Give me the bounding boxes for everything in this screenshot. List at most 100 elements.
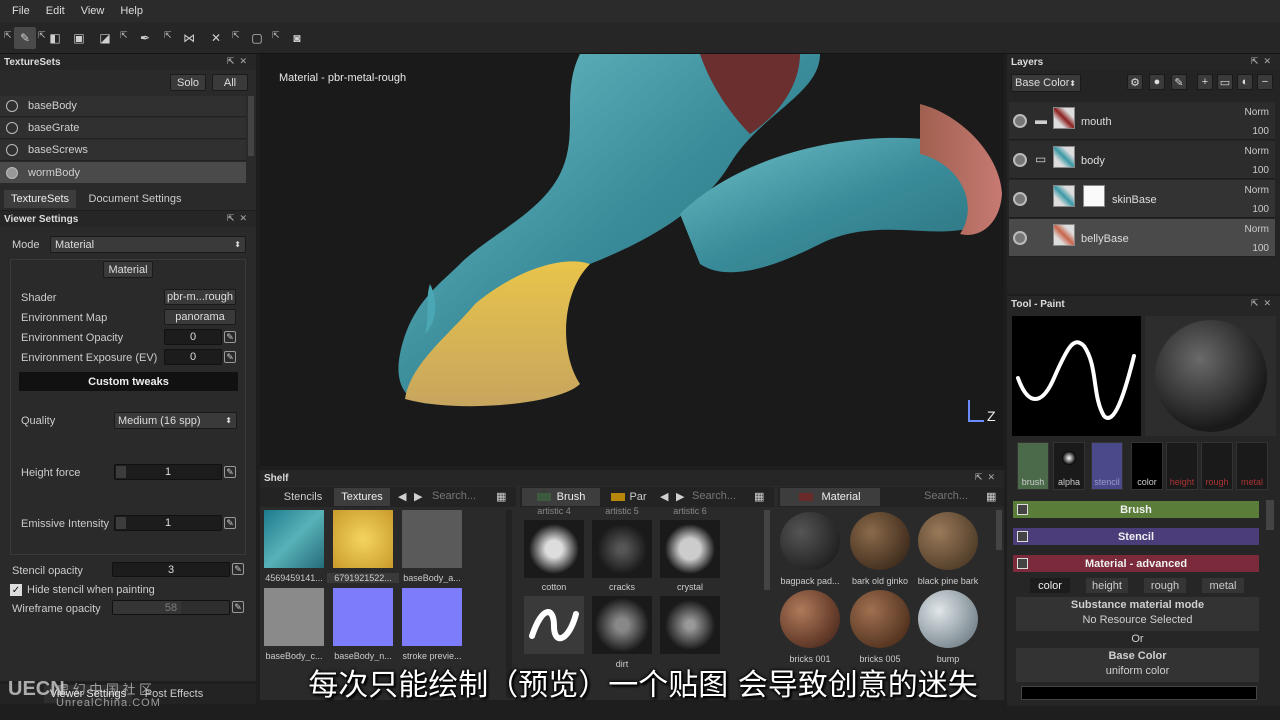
popout-icon[interactable]: ⇱ (4, 30, 12, 41)
hide-stencil-checkbox[interactable]: ✓ (10, 584, 22, 596)
scrollbar[interactable] (248, 96, 254, 156)
brush-search-input[interactable]: Search... (692, 490, 736, 502)
layer-opacity[interactable]: 100 (1252, 204, 1269, 215)
geometry-mask-icon[interactable]: ◪ (94, 27, 116, 49)
expand-checkbox[interactable] (1017, 531, 1028, 542)
add-fill-icon[interactable]: ◐ (1237, 74, 1253, 90)
brush-thumb[interactable] (592, 596, 652, 654)
arrow-left-icon[interactable]: ◀ (398, 490, 406, 503)
slider-handle[interactable] (116, 517, 126, 529)
custom-tweaks-header[interactable]: Custom tweaks (19, 372, 238, 391)
visibility-eye-icon[interactable] (1013, 231, 1027, 245)
stencil-opacity-slider[interactable]: 3 (112, 562, 230, 577)
mat-tab-metal[interactable]: metal (1202, 578, 1244, 593)
panel-controls-icon[interactable]: ⇱✕ (227, 56, 252, 67)
layer-row-selected[interactable]: bellyBase Norm 100 (1009, 219, 1275, 257)
paint-brush-icon[interactable]: ✎ (14, 27, 36, 49)
material-thumb[interactable] (780, 590, 840, 648)
height-force-slider[interactable]: 1 (114, 464, 222, 480)
add-folder-icon[interactable]: ▭ (1217, 74, 1233, 90)
delete-layer-icon[interactable]: − (1257, 74, 1273, 90)
texture-thumb[interactable] (402, 510, 462, 568)
brush-thumb[interactable] (660, 596, 720, 654)
material-thumb[interactable] (780, 512, 840, 570)
material-thumb[interactable] (918, 590, 978, 648)
edit-pen-icon[interactable]: ✎ (224, 466, 236, 478)
substance-mode-box[interactable]: Substance material mode No Resource Sele… (1016, 597, 1259, 631)
radio-icon[interactable] (6, 100, 18, 112)
layer-row[interactable]: ▬ mouth Norm 100 (1009, 102, 1275, 140)
layer-blend[interactable]: Norm (1245, 107, 1269, 118)
texture-thumb[interactable] (402, 588, 462, 646)
edit-pen-icon[interactable]: ✎ (224, 331, 236, 343)
axis-gizmo[interactable]: Z (960, 398, 1000, 434)
panel-controls-icon[interactable]: ⇱✕ (1251, 56, 1276, 67)
textureset-item[interactable]: baseGrate (0, 118, 246, 139)
arrow-left-icon[interactable]: ◀ (660, 490, 668, 503)
camera-icon[interactable]: ◙ (286, 27, 308, 49)
grid-view-icon[interactable]: ▦ (496, 490, 506, 503)
menu-help[interactable]: Help (112, 5, 151, 17)
popout-icon[interactable]: ⇱ (120, 30, 128, 41)
edit-pen-icon[interactable]: ✎ (232, 601, 244, 613)
channel-color[interactable]: color (1131, 442, 1163, 490)
texture-thumb[interactable] (333, 588, 393, 646)
grid-view-icon[interactable]: ▦ (754, 490, 764, 503)
shelf-search-input[interactable]: Search... (432, 490, 476, 502)
symmetry-axis-icon[interactable]: ✕ (205, 27, 227, 49)
popout-icon[interactable]: ⇱ (232, 30, 240, 41)
solo-button[interactable]: Solo (170, 74, 206, 91)
tab-document-settings[interactable]: Document Settings (82, 190, 188, 208)
channel-alpha[interactable]: alpha (1053, 442, 1085, 490)
add-filter-icon[interactable]: ⚙ (1127, 74, 1143, 90)
panel-controls-icon[interactable]: ⇱✕ (975, 472, 1000, 483)
popout-icon[interactable]: ⇱ (164, 30, 172, 41)
edit-pen-icon[interactable]: ✎ (224, 517, 236, 529)
textureset-item-selected[interactable]: wormBody (0, 162, 246, 183)
panel-controls-icon[interactable]: ⇱✕ (227, 213, 252, 224)
add-paint-icon[interactable]: ✎ (1171, 74, 1187, 90)
mat-tab-rough[interactable]: rough (1144, 578, 1186, 593)
stencil-section-bar[interactable]: Stencil (1013, 528, 1259, 545)
emissive-slider[interactable]: 1 (114, 515, 222, 531)
quality-dropdown[interactable]: Medium (16 spp) ⬍ (114, 412, 237, 429)
tab-texturesets[interactable]: TextureSets (4, 190, 76, 208)
tab-textures[interactable]: Textures (334, 488, 390, 506)
radio-icon[interactable] (6, 122, 18, 134)
base-color-box[interactable]: Base Color uniform color (1016, 648, 1259, 682)
edit-pen-icon[interactable]: ✎ (232, 563, 244, 575)
envexp-field[interactable]: 0 (164, 349, 222, 365)
expand-checkbox[interactable] (1017, 504, 1028, 515)
brush-section-bar[interactable]: Brush (1013, 501, 1259, 518)
brush-thumb[interactable] (592, 520, 652, 578)
layer-opacity[interactable]: 100 (1252, 243, 1269, 254)
material-search-input[interactable]: Search... (924, 490, 968, 502)
tab-stencils[interactable]: Stencils (276, 488, 330, 506)
arrow-right-icon[interactable]: ▶ (676, 490, 684, 503)
layer-blend[interactable]: Norm (1245, 185, 1269, 196)
add-layer-icon[interactable]: + (1197, 74, 1213, 90)
texture-thumb[interactable] (264, 510, 324, 568)
layer-blend[interactable]: Norm (1245, 224, 1269, 235)
visibility-eye-icon[interactable] (1013, 153, 1027, 167)
material-thumb[interactable] (850, 590, 910, 648)
channel-dropdown[interactable]: Base Color ⬍ (1011, 74, 1081, 92)
layer-opacity[interactable]: 100 (1252, 165, 1269, 176)
textureset-item[interactable]: baseBody (0, 96, 246, 117)
brush-thumb[interactable] (524, 596, 584, 654)
layer-row[interactable]: skinBase Norm 100 (1009, 180, 1275, 218)
channel-stencil[interactable]: stencil (1091, 442, 1123, 490)
mat-tab-color[interactable]: color (1030, 578, 1070, 593)
menu-file[interactable]: File (4, 5, 38, 17)
scrollbar[interactable] (764, 510, 770, 590)
color-picker-icon[interactable]: ✒ (134, 27, 156, 49)
tab-material[interactable]: Material (780, 488, 880, 506)
channel-rough[interactable]: rough (1201, 442, 1233, 490)
panel-controls-icon[interactable]: ⇱✕ (1251, 298, 1276, 309)
shader-button[interactable]: pbr-m...rough (164, 289, 236, 305)
menu-edit[interactable]: Edit (38, 5, 73, 17)
scrollbar[interactable] (996, 510, 1002, 550)
brush-thumb[interactable] (524, 520, 584, 578)
mat-tab-height[interactable]: height (1086, 578, 1128, 593)
tab-particles[interactable]: Par (604, 488, 654, 506)
